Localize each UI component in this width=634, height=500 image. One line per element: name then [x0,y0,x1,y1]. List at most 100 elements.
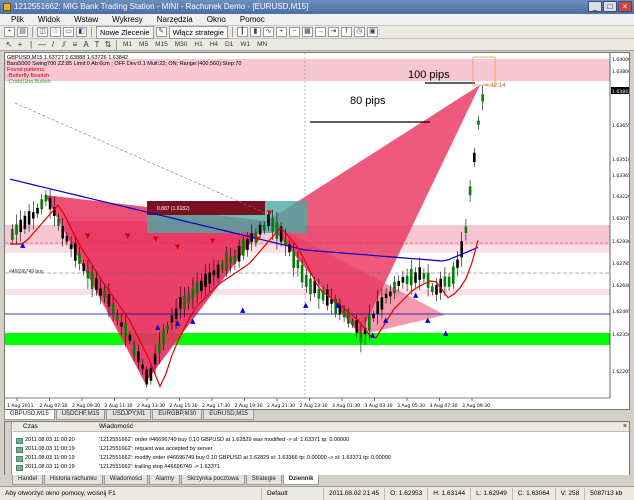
vertical-line-icon[interactable]: | [26,40,36,50]
cursor-icon[interactable]: ↖ [4,40,14,50]
trendline-icon[interactable]: / [48,40,58,50]
candle-body [296,260,300,268]
timeframe-toolbar: ↖ + | — / ⫽ ≡ A T ⇅ M1 M5 M15 M30 H1 H4 … [0,39,634,51]
fibo-icon[interactable]: ≡ [70,40,80,50]
market-watch-icon[interactable]: ◫ [37,27,48,37]
tab-skrzynka[interactable]: Skrzynka pocztowa [181,475,245,485]
timeframe-m5[interactable]: M5 [136,40,151,50]
timeframe-mn[interactable]: MN [254,40,270,50]
candle-body [389,291,392,297]
new-order-button[interactable]: Nowe Zlecenie [96,25,154,39]
tab-historia[interactable]: Historia rachunku [44,475,103,485]
terminal-icon[interactable]: ▭ [63,27,74,37]
tab-eurusd-m15[interactable]: EURUSD,M15 [203,410,254,420]
horizontal-line-icon[interactable]: — [37,40,47,50]
bar-chart-icon[interactable]: ┃ [236,27,248,37]
zoom-out-icon[interactable]: − [288,27,300,37]
indicators-icon[interactable]: f [340,27,352,37]
timeframe-m30[interactable]: M30 [172,40,191,50]
status-help: Aby otworzyć okno pomocy, wciśnij F1 [0,487,262,500]
chart-shift-icon[interactable]: ⇥ [327,27,339,37]
tab-alarmy[interactable]: Alarmy [149,475,181,485]
menu-okno[interactable]: Okno [200,14,233,26]
zoom-in-icon[interactable]: + [275,27,287,37]
time-axis-label: 3 Aug 05:30 [397,403,425,409]
status-high: H: 1.63144 [428,487,472,500]
timeframe-m15[interactable]: M15 [152,40,171,50]
col-message[interactable]: Wiadomość [73,422,133,431]
arrows-icon[interactable]: ⇅ [103,40,113,50]
timeframe-w1[interactable]: W1 [237,40,253,50]
time-axis-label: 3 Aug 03:30 [365,403,393,409]
time-axis-label: 2 Aug 23:30 [300,403,328,409]
log-row[interactable]: 2011.08.03 11:00:19 '1212551662': modify… [13,454,629,462]
menu-wstaw[interactable]: Wstaw [67,14,105,26]
candle-body [426,272,430,288]
maximize-button[interactable]: □ [603,1,617,12]
timeframe-h4[interactable]: H4 [207,40,221,50]
timeframe-m1[interactable]: M1 [120,40,135,50]
time-axis-label: 2 Aug 17:30 [202,403,230,409]
tab-usdjpy-m1[interactable]: USDJPY,M1 [106,410,152,420]
candle-body [216,264,220,278]
label-icon[interactable]: T [92,40,102,50]
menu-wykresy[interactable]: Wykresy [105,14,150,26]
menu-narzedzia[interactable]: Narzędzia [150,14,200,26]
close-button[interactable]: × [618,1,632,12]
tab-dziennik[interactable]: Dziennik [282,475,320,485]
minimize-button[interactable]: _ [588,1,602,12]
timeframe-d1[interactable]: D1 [222,40,236,50]
tab-eurgbp-m30[interactable]: EURGBP,M30 [152,410,203,420]
candle-body [195,282,199,294]
line-chart-icon[interactable]: ∿ [262,27,274,37]
tester-icon[interactable]: ◧ [76,27,87,37]
pattern-crab: -Crab(Gha Bullish [7,79,51,85]
candle-body [221,262,224,270]
price-axis-label: 1.62640 [612,283,630,289]
navigator-icon[interactable]: ☆ [50,27,61,37]
expert-advisors-button[interactable]: Włącz strategie [168,25,228,39]
templates-icon[interactable]: ▣ [366,27,378,37]
crosshair-icon[interactable]: + [15,40,25,50]
candle-chart-icon[interactable]: ▮ [249,27,261,37]
status-profile[interactable]: Default [262,487,324,500]
candle-body [145,369,148,385]
tab-strategie[interactable]: Strategie [245,475,282,485]
log-row[interactable]: 2011.08.03 11:00:19 '1212551662': traili… [13,463,629,471]
candle-body [284,239,287,246]
log-row[interactable]: 2011.08.03 11:00:19 '1212551662': reques… [13,445,629,453]
candle-body [128,334,132,341]
price-axis-label: 1.63510 [612,157,630,163]
channel-icon[interactable]: ⫽ [59,40,69,50]
menu-plik[interactable]: Plik [4,14,31,26]
tab-handel[interactable]: Handel [12,475,44,485]
fib-box-label: 0.887 (1.6182) [157,206,190,212]
tab-gbpusd-m15[interactable]: GBPUSD,M15 [4,410,55,420]
menu-widok[interactable]: Widok [31,14,67,26]
periods-icon[interactable]: ◷ [353,27,365,37]
price-chart[interactable]: ▲ ▲ ▲ ▲ ▲ ▲ ▲ ▲ ▲ ▲ ▲ ▲ ▼ ▼ ▼ ▼ ▼ ▼ ▼ 1.64000 1.63800 1.6384… [4,52,630,410]
timeframe-h1[interactable]: H1 [191,40,205,50]
tab-usdchf-m15[interactable]: USDCHF,M15 [55,410,106,420]
candle-body [410,268,413,286]
metaeditor-icon[interactable]: ✎ [155,27,167,37]
log-row[interactable]: 2011.08.03 11:00:20 '1212551662': order … [13,436,629,444]
menu-pomoc[interactable]: Pomoc [233,14,272,26]
label-100-pips: 100 pips [408,69,450,81]
autoscroll-icon[interactable]: → [314,27,326,37]
col-time[interactable]: Czas [13,422,73,431]
chart-canvas[interactable]: ▲ ▲ ▲ ▲ ▲ ▲ ▲ ▲ ▲ ▲ ▲ ▲ ▼ ▼ ▼ ▼ ▼ ▼ ▼ 1.64000 1.63800 1.6384… [5,53,630,410]
buy-arrow-icon: ▲ [370,331,376,339]
status-datetime: 2011.08.02 21:45 [324,487,386,500]
new-chart-icon[interactable]: + [4,27,15,37]
candle-body [107,294,111,307]
terminal-close-icon[interactable]: × [623,423,627,431]
status-open: O: 1.62953 [385,487,429,500]
profiles-icon[interactable]: ▤ [17,27,28,37]
candle-body [477,120,480,125]
tile-icon[interactable]: ▦ [301,27,313,37]
candle-body [443,276,447,287]
text-icon[interactable]: A [81,40,91,50]
tab-wiadomosci[interactable]: Wiadomości [103,475,149,485]
candle-body [208,272,211,284]
